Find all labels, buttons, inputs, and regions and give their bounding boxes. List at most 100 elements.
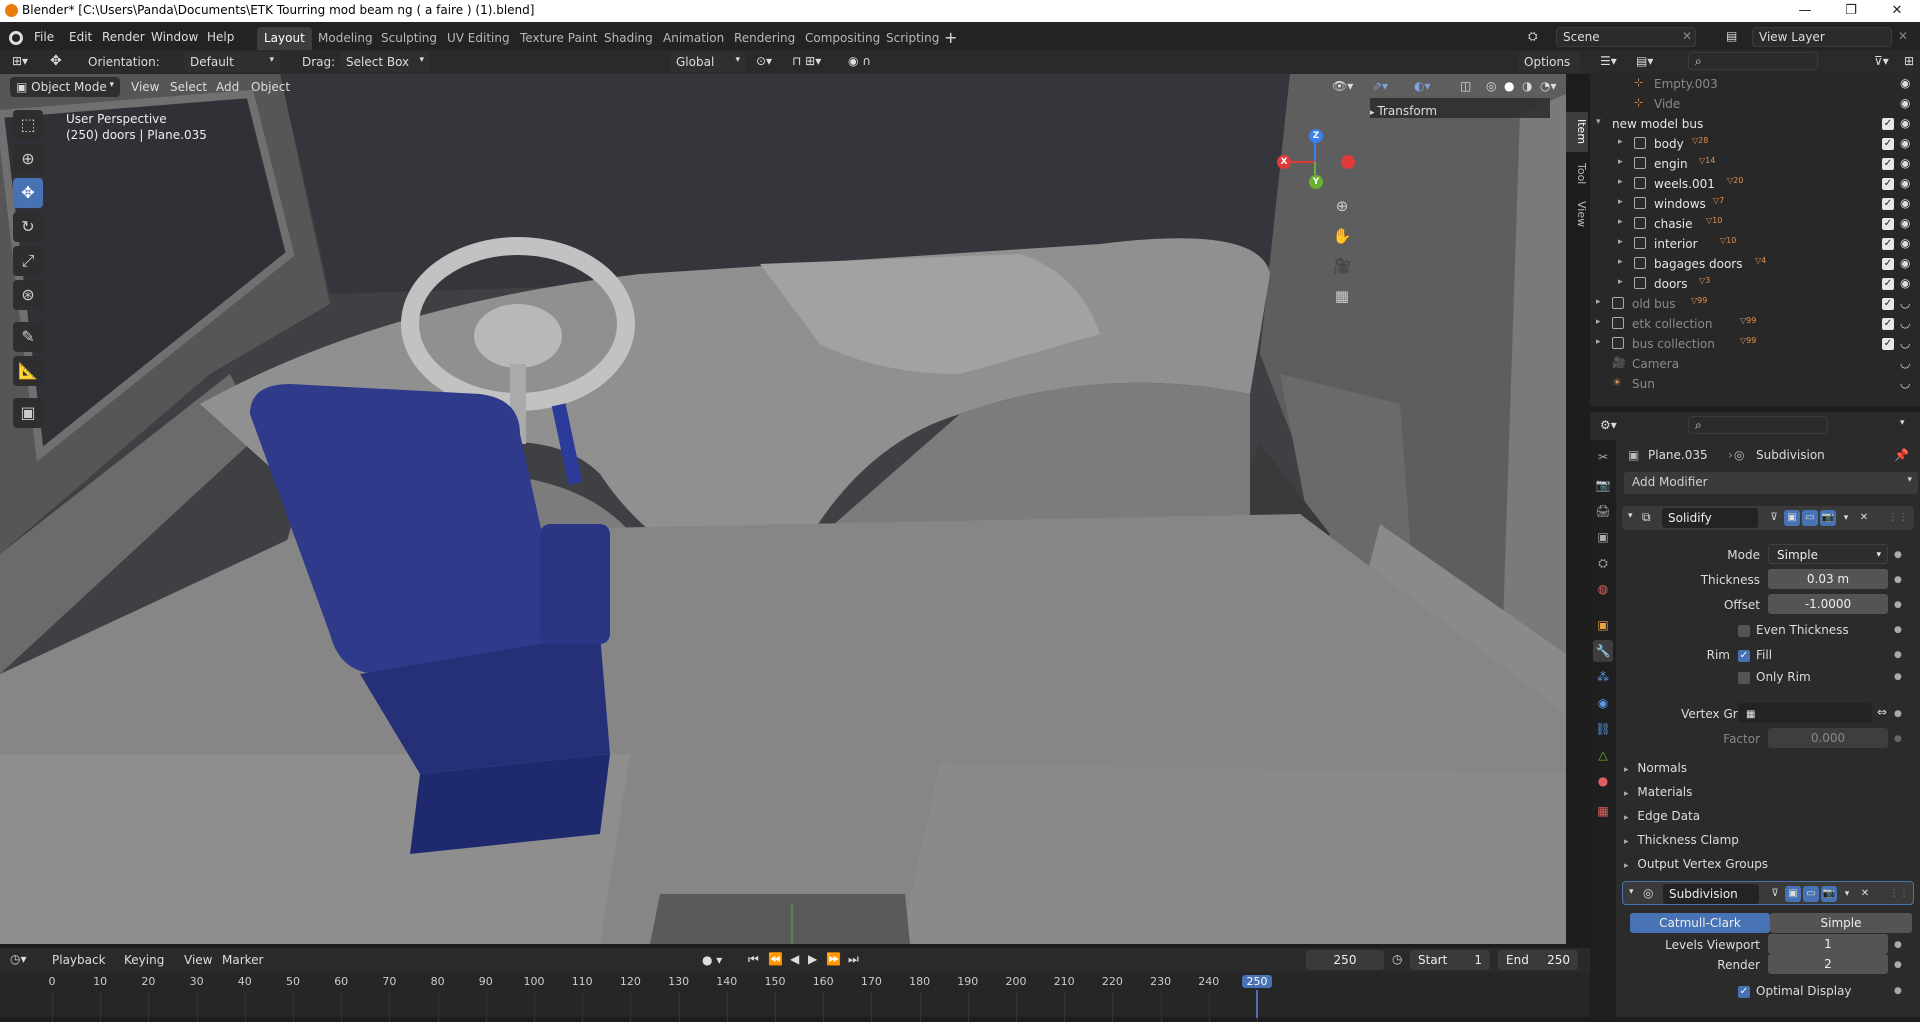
visibility-eye-icon[interactable]: ◉ (1900, 236, 1910, 250)
add-menu[interactable]: Add (216, 80, 239, 94)
keyframe-dot-icon[interactable]: ● (1894, 575, 1902, 585)
visibility-eye-icon[interactable]: ◡ (1900, 296, 1910, 310)
display-mode-icon[interactable]: ▤▾ (1636, 54, 1653, 68)
exclude-checkbox[interactable]: ✓ (1882, 238, 1894, 250)
timeline-scrubber[interactable]: 0 10 20 30 40 50 60 70 80 90 100 110 120 130 140 150 160… (0, 972, 1590, 1022)
visibility-icon[interactable]: 👁▾ (1332, 79, 1353, 93)
outliner-row[interactable]: ▸ chasie ▽10 ✓ ◉ (1590, 214, 1920, 234)
jump-keyframe-back-icon[interactable]: ⏪ (768, 952, 783, 966)
visibility-eye-icon[interactable]: ◡ (1900, 336, 1910, 350)
fill-checkbox[interactable]: ✓ (1738, 650, 1750, 662)
keying-menu[interactable]: Keying ▾ (118, 950, 176, 981)
add-modifier-button[interactable]: Add Modifier ▾ (1624, 472, 1918, 494)
exclude-checkbox[interactable]: ✓ (1882, 218, 1894, 230)
cage-icon[interactable]: ▣ (1785, 886, 1801, 902)
sidebar-tab-view[interactable]: View (1566, 196, 1588, 232)
pivot-point-icon[interactable]: ⊙▾ (756, 54, 772, 68)
keyframe-dot-icon[interactable]: ● (1894, 672, 1902, 682)
visibility-eye-icon[interactable]: ◉ (1900, 76, 1910, 90)
outliner-row[interactable]: ▾ new model bus ✓ ◉ (1590, 114, 1920, 134)
scale-tool-icon[interactable]: ⤢ (13, 246, 43, 276)
keyframe-dot-icon[interactable]: ● (1894, 960, 1902, 970)
data-tab-icon[interactable]: △ (1593, 744, 1613, 766)
constraints-tab-icon[interactable]: ⛓ (1593, 718, 1613, 740)
tab-animation[interactable]: Animation (656, 27, 731, 50)
texture-tab-icon[interactable]: ▦ (1593, 800, 1613, 822)
keyframe-dot-icon[interactable]: ● (1894, 625, 1902, 635)
expand-arrow-icon[interactable]: ▸ (1618, 277, 1623, 287)
playhead[interactable] (1256, 990, 1258, 1018)
view-layer-remove-icon[interactable]: ✕ (1898, 29, 1908, 43)
exclude-checkbox[interactable]: ✓ (1882, 318, 1894, 330)
outliner-row[interactable]: ▸ weels.001 ▽20 ✓ ◉ (1590, 174, 1920, 194)
jump-keyframe-forward-icon[interactable]: ⏩ (826, 952, 841, 966)
keyframe-dot-icon[interactable]: ● (1894, 650, 1902, 660)
playback-menu[interactable]: Playback ▾ (46, 950, 114, 981)
viewport-display-icon[interactable]: ▭ (1803, 886, 1819, 902)
collapse-arrow-icon[interactable]: ▾ (1629, 887, 1634, 897)
outliner-row[interactable]: ▸ bus collection ▽99 ✓ ◡ (1590, 334, 1920, 354)
shading-rendered-icon[interactable]: ◔▾ (1540, 79, 1557, 93)
render-camera-icon[interactable]: 📷 (1820, 510, 1836, 526)
render-camera-icon[interactable]: 📷 (1821, 886, 1837, 902)
catmull-clark-button[interactable]: Catmull-Clark (1630, 913, 1770, 933)
exclude-checkbox[interactable]: ✓ (1882, 158, 1894, 170)
outliner-row[interactable]: ⊹ Vide ◉ (1590, 94, 1920, 114)
orientation-dropdown[interactable]: Default ▾ (184, 52, 280, 72)
xray-icon[interactable]: ◫ (1460, 79, 1471, 93)
start-frame-field[interactable]: Start 1 (1410, 950, 1490, 970)
tab-texture-paint[interactable]: Texture Paint (513, 27, 604, 50)
outliner-row[interactable]: ☀ Sun ◡ (1590, 374, 1920, 394)
shading-solid-icon[interactable]: ● (1504, 79, 1514, 93)
physics-tab-icon[interactable]: ◉ (1593, 692, 1613, 714)
visibility-eye-icon[interactable]: ◉ (1900, 256, 1910, 270)
edit-mode-icon[interactable]: ⊽ (1766, 510, 1782, 526)
ortho-grid-icon[interactable]: ▦ (1330, 284, 1354, 308)
levels-viewport-field[interactable]: 1 (1768, 934, 1888, 954)
expand-arrow-icon[interactable]: ▸ (1596, 297, 1601, 307)
options-dropdown[interactable]: Options (1518, 52, 1580, 72)
visibility-eye-icon[interactable]: ◡ (1900, 356, 1910, 370)
exclude-checkbox[interactable]: ✓ (1882, 118, 1894, 130)
solidify-modifier-header[interactable]: ▾ ⧉ Solidify ⊽ ▣ ▭ 📷 ▾ ✕ ⋮⋮ (1622, 506, 1914, 530)
expand-arrow-icon[interactable]: ▸ (1618, 257, 1623, 267)
expand-arrow-icon[interactable]: ▸ (1596, 317, 1601, 327)
outliner-row[interactable]: ▸ body ▽28 ✓ ◉ (1590, 134, 1920, 154)
subdivision-name-field[interactable]: Subdivision (1663, 884, 1759, 904)
jump-start-icon[interactable]: ⏮ (748, 952, 759, 967)
exclude-checkbox[interactable]: ✓ (1882, 338, 1894, 350)
world-tab-icon[interactable]: ◍ (1593, 578, 1613, 600)
play-reverse-icon[interactable]: ◀ (790, 952, 799, 966)
tab-compositing[interactable]: Compositing (798, 27, 887, 50)
exclude-checkbox[interactable]: ✓ (1882, 278, 1894, 290)
shading-wireframe-icon[interactable]: ◎ (1486, 79, 1496, 93)
only-rim-checkbox[interactable] (1738, 672, 1750, 684)
outliner-row[interactable]: ▸ old bus ▽99 ✓ ◡ (1590, 294, 1920, 314)
visibility-eye-icon[interactable]: ◉ (1900, 276, 1910, 290)
visibility-eye-icon[interactable]: ◉ (1900, 96, 1910, 110)
remove-modifier-icon[interactable]: ✕ (1857, 886, 1873, 902)
output-tab-icon[interactable]: 🖨 (1593, 500, 1613, 522)
thickness-clamp-subpanel[interactable]: ▸ Thickness Clamp (1624, 833, 1914, 853)
tool-tab-icon[interactable]: ✂ (1593, 446, 1613, 468)
sidebar-tab-item[interactable]: Item (1566, 112, 1588, 152)
view-menu[interactable]: View (131, 80, 159, 94)
expand-arrow-icon[interactable]: ▸ (1618, 137, 1623, 147)
filter-icon[interactable]: ⊽▾ (1874, 54, 1889, 68)
object-mode-dropdown[interactable]: ▣ Object Mode ▾ (10, 77, 120, 97)
expand-arrow-icon[interactable]: ▸ (1618, 237, 1623, 247)
expand-arrow-icon[interactable]: ▸ (1618, 177, 1623, 187)
3d-viewport[interactable]: ▣ Object Mode ▾ View Select Add Object 👁… (0, 74, 1566, 944)
output-vertex-groups-subpanel[interactable]: ▸ Output Vertex Groups (1624, 857, 1914, 877)
marker-menu[interactable]: Marker (222, 953, 263, 967)
subdivision-modifier-header[interactable]: ▾ ◎ Subdivision ⊽ ▣ ▭ 📷 ▾ ✕ ⋮⋮ (1622, 881, 1914, 905)
menu-edit[interactable]: Edit (69, 30, 92, 44)
measure-tool-icon[interactable]: 📐 (13, 356, 43, 386)
collapse-arrow-icon[interactable]: ▾ (1628, 511, 1633, 521)
cursor-tool-icon[interactable]: ⊕ (13, 144, 43, 174)
properties-editor-icon[interactable]: ⚙▾ (1600, 418, 1617, 432)
move-tool-icon[interactable]: ✥ (13, 178, 43, 208)
outliner-row[interactable]: ▸ interior ▽10 ✓ ◉ (1590, 234, 1920, 254)
visibility-eye-icon[interactable]: ◡ (1900, 316, 1910, 330)
keyframe-dot-icon[interactable]: ● (1894, 550, 1902, 560)
